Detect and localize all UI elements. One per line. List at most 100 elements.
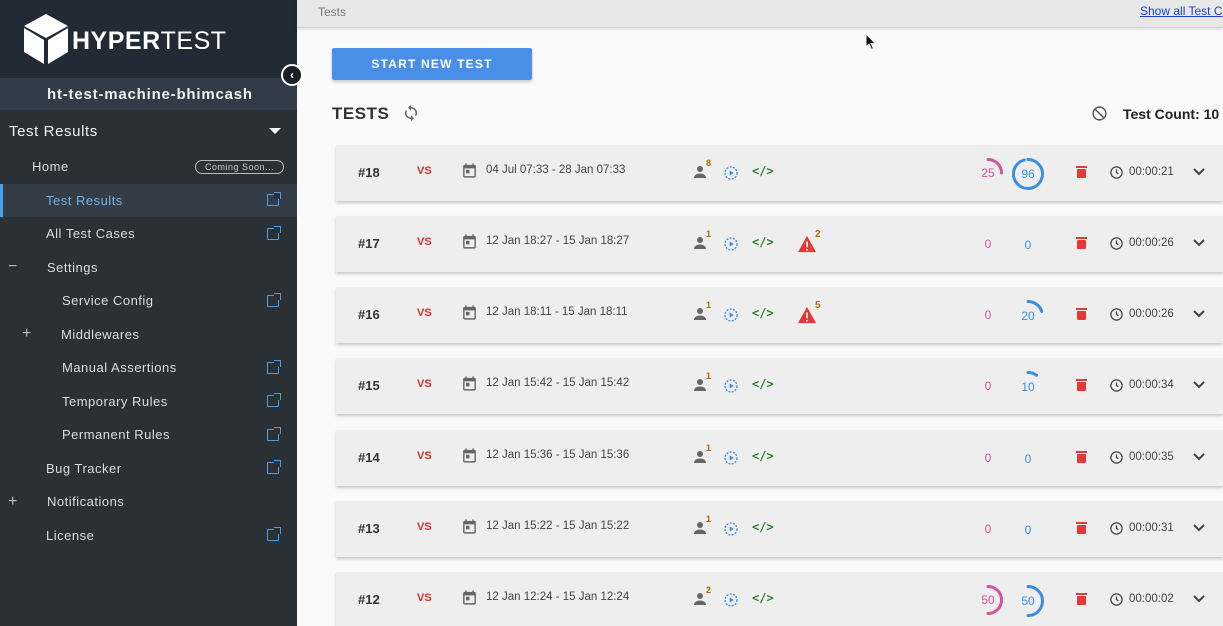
open-external-icon[interactable] [267,192,281,207]
refresh-icon[interactable] [402,104,420,122]
warning-icon[interactable] [797,235,817,253]
sidebar-item-bug-tracker[interactable]: Bug Tracker [0,452,297,486]
test-row[interactable]: #14 VS 12 Jan 15:36 - 15 Jan 15:36 1 </>… [336,430,1223,486]
clock-icon [1110,451,1123,464]
open-external-icon[interactable] [267,292,281,307]
user-count: 8 [706,158,712,168]
open-external-icon[interactable] [267,460,281,475]
show-all-test-cases-link[interactable]: Show all Test C [1140,4,1222,18]
test-id: #17 [358,236,380,251]
user-count: 1 [706,229,712,239]
blue-gauge: 20 [1011,299,1045,333]
blue-gauge: 0 [1011,228,1045,262]
code-icon[interactable]: </> [752,306,774,320]
expand-plus-icon[interactable]: + [22,325,32,343]
sidebar-item-permanent-rules[interactable]: Permanent Rules [0,418,297,452]
sidebar-item-notifications[interactable]: + Notifications [0,485,297,519]
trash-icon[interactable] [1076,165,1087,178]
expand-plus-icon[interactable]: + [8,493,18,511]
trash-icon[interactable] [1076,450,1087,463]
sidebar-item-settings[interactable]: − Settings [0,251,297,285]
warning-icon[interactable] [797,306,817,324]
sidebar-item-service-config[interactable]: Service Config [0,284,297,318]
collapse-minus-icon[interactable]: − [8,258,18,276]
sidebar-item-test-results[interactable]: Test Results [0,183,297,217]
warning-count: 2 [815,229,821,240]
trash-icon[interactable] [1076,592,1087,605]
chevron-down-icon[interactable] [1193,452,1205,461]
trash-icon[interactable] [1076,236,1087,249]
trash-icon[interactable] [1076,521,1087,534]
chevron-down-icon[interactable] [1193,594,1205,603]
code-icon[interactable]: </> [752,449,774,463]
calendar-icon [463,448,476,463]
vs-label: VS [417,236,432,248]
code-icon[interactable]: </> [752,377,774,391]
test-row[interactable]: #16 VS 12 Jan 18:11 - 15 Jan 18:11 1 </>… [336,287,1223,343]
start-new-test-button[interactable]: START NEW TEST [332,48,532,80]
chevron-down-icon[interactable] [1193,167,1205,176]
sidebar-item-license[interactable]: License [0,519,297,553]
play-circle-icon[interactable] [723,378,739,394]
test-date-range: 04 Jul 07:33 - 28 Jan 07:33 [486,164,626,176]
code-icon[interactable]: </> [752,164,774,178]
test-duration: 00:00:26 [1129,237,1174,249]
sidebar-item-middlewares[interactable]: + Middlewares [0,318,297,352]
sidebar-item-label: Middlewares [61,326,140,342]
vs-label: VS [417,307,432,319]
chevron-down-icon[interactable] [1193,380,1205,389]
pink-gauge-value: 0 [984,451,992,465]
vs-label: VS [417,450,432,462]
clock-icon [1110,166,1123,179]
test-row[interactable]: #17 VS 12 Jan 18:27 - 15 Jan 18:27 1 </>… [336,216,1223,272]
open-external-icon[interactable] [267,225,281,240]
pink-gauge: 25 [972,157,1004,189]
chevron-down-icon[interactable] [1193,238,1205,247]
blue-gauge: 10 [1011,370,1045,404]
play-circle-icon[interactable] [723,592,739,608]
test-id: #18 [358,165,380,180]
machine-name: ht-test-machine-bhimcash [0,78,297,110]
open-external-icon[interactable] [267,527,281,542]
play-circle-icon[interactable] [723,236,739,252]
sidebar-section-test-results[interactable]: Test Results [0,112,297,150]
play-circle-icon[interactable] [723,450,739,466]
sidebar-item-manual-assertions[interactable]: Manual Assertions [0,351,297,385]
test-row[interactable]: #12 VS 12 Jan 12:24 - 15 Jan 12:24 2 </>… [336,572,1223,626]
play-circle-icon[interactable] [723,521,739,537]
test-row[interactable]: #13 VS 12 Jan 15:22 - 15 Jan 15:22 1 </>… [336,501,1223,557]
block-icon[interactable] [1091,105,1108,122]
chevron-down-icon[interactable] [1193,523,1205,532]
sidebar-section-label: Test Results [9,122,98,140]
pink-gauge-value: 0 [984,522,992,536]
brand-header[interactable]: HYPERTEST [0,0,297,78]
sidebar-item-temporary-rules[interactable]: Temporary Rules [0,385,297,419]
test-row[interactable]: #18 VS 04 Jul 07:33 - 28 Jan 07:33 8 </>… [336,145,1223,201]
test-duration: 00:00:02 [1129,593,1174,605]
play-circle-icon[interactable] [723,307,739,323]
breadcrumb: Tests [318,5,347,19]
sidebar-item-home[interactable]: Home Coming Soon... [0,150,297,184]
trash-icon[interactable] [1076,307,1087,320]
code-icon[interactable]: </> [752,235,774,249]
play-circle-icon[interactable] [723,165,739,181]
test-row[interactable]: #15 VS 12 Jan 15:42 - 15 Jan 15:42 1 </>… [336,358,1223,414]
brand-name: HYPERTEST [72,26,227,55]
test-id: #13 [358,521,380,536]
test-id: #14 [358,450,380,465]
sidebar-item-label: Home [32,159,69,175]
code-icon[interactable]: </> [752,520,774,534]
code-icon[interactable]: </> [752,591,774,605]
blue-gauge: 50 [1011,584,1045,618]
chevron-down-icon[interactable] [1193,309,1205,318]
trash-icon[interactable] [1076,378,1087,391]
sidebar-item-all-test-cases[interactable]: All Test Cases [0,217,297,251]
sidebar-collapse-button[interactable]: ‹ [281,64,303,86]
open-external-icon[interactable] [267,426,281,441]
pink-gauge: 0 [972,299,1004,331]
sidebar-item-label: Notifications [47,494,125,510]
open-external-icon[interactable] [267,393,281,408]
open-external-icon[interactable] [267,359,281,374]
pink-gauge: 0 [972,513,1004,545]
pink-gauge-value: 0 [984,379,992,393]
